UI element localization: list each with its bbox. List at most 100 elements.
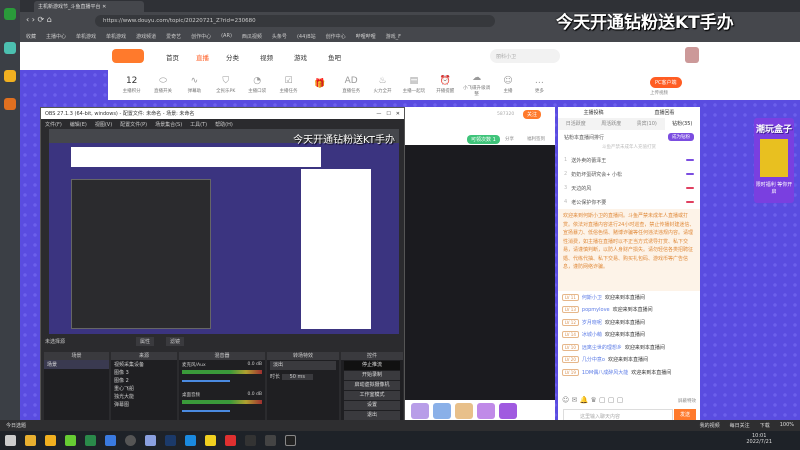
upload-link[interactable]: 上传视频 (650, 90, 668, 96)
steam-icon[interactable] (165, 435, 176, 446)
bookmark[interactable]: 创作中心 (326, 33, 346, 40)
toolbar-item[interactable]: 🎁 (304, 79, 335, 91)
toolbar-item[interactable]: ⬭ 直播开关 (147, 76, 178, 94)
rank-item[interactable]: 1 送外卖的蕾泽王 (558, 153, 700, 167)
source-item[interactable]: 独光大能 (111, 392, 177, 400)
obs-menu-item[interactable]: 工具(T) (190, 121, 207, 128)
toolbar-item[interactable]: ♨ 火力全开 (367, 76, 398, 94)
zoom-level[interactable]: 100% (780, 422, 794, 429)
app-icon[interactable] (205, 435, 216, 446)
pc-client-button[interactable]: PC客户端 (650, 77, 682, 88)
url-input[interactable]: https://www.douyu.com/topic/20220721_Z?r… (95, 15, 495, 27)
bookmark[interactable]: 西瓜视频 (242, 33, 262, 40)
toolbar-item[interactable]: ☺ 主播 (492, 76, 523, 94)
control-button[interactable]: 退出 (344, 411, 400, 420)
gift-claim-button[interactable]: 可领次数 1 (467, 135, 500, 144)
app-icon[interactable] (265, 435, 276, 446)
rank-item[interactable]: 4 老公保护你不要 (558, 195, 700, 209)
avatar[interactable] (685, 47, 699, 63)
nav-category[interactable]: 分类 (226, 52, 239, 62)
block-effects-checkbox[interactable]: 屏蔽特效 (678, 398, 696, 404)
gift-item[interactable] (411, 403, 429, 419)
nav-home[interactable]: 首页 (166, 52, 179, 62)
explorer-icon[interactable] (25, 435, 36, 446)
obs-menu-item[interactable]: 视图(V) (95, 121, 112, 128)
status-item[interactable]: 每日关注 (730, 422, 750, 429)
bookmark[interactable]: 创作中心 (191, 33, 211, 40)
toolbar-item[interactable]: ☑ 主播任务 (273, 76, 304, 94)
control-button[interactable]: 设置 (344, 401, 400, 410)
checkin-button[interactable]: 福利签到 (527, 136, 545, 142)
username[interactable]: 远离尘世的理想乡 (582, 344, 622, 351)
app-icon[interactable] (285, 435, 296, 446)
obs-menu-item[interactable]: 文件(F) (45, 121, 62, 128)
username[interactable]: 1DM偶八成醉风大能 (582, 369, 628, 376)
bookmark[interactable]: 单机游戏 (76, 33, 96, 40)
start-icon[interactable] (5, 435, 16, 446)
nav-yuba[interactable]: 鱼吧 (328, 52, 341, 62)
ie-icon[interactable] (4, 8, 16, 20)
bookmark[interactable]: (AR) (221, 33, 232, 39)
anchor-posts-link[interactable]: 主播投稿 (583, 109, 603, 116)
rank-item[interactable]: 3 天边的风 (558, 181, 700, 195)
obs-icon[interactable] (125, 435, 136, 446)
toolbar-item[interactable]: … 更多 (524, 76, 555, 94)
source-item[interactable]: 图像 2 (111, 376, 177, 384)
follow-button[interactable]: 关注 (523, 110, 542, 119)
source-item[interactable]: 图像 3 (111, 368, 177, 376)
obs-menu-item[interactable]: 帮助(H) (215, 121, 233, 128)
gift-item[interactable] (499, 403, 517, 419)
window-controls[interactable]: — ☐ ✕ (376, 110, 400, 117)
status-item[interactable]: 下载 (760, 422, 770, 429)
gift-item[interactable] (433, 403, 451, 419)
app-icon[interactable] (4, 98, 16, 110)
replay-link[interactable]: 直播回看 (654, 109, 674, 116)
toolbar-item[interactable]: ☁ 小飞碟升级调整 (461, 73, 492, 97)
browser-tab[interactable]: 主机新游戏节_斗鱼直播平台 ✕ (34, 1, 144, 12)
obs-menu-item[interactable]: 编辑(E) (70, 121, 87, 128)
source-item[interactable]: 弹幕图 (111, 400, 177, 408)
obs-menu-item[interactable]: 场景集合(S) (155, 121, 182, 128)
obs-menu-item[interactable]: 配置文件(P) (120, 121, 147, 128)
bookmark[interactable]: 主播中心 (46, 33, 66, 40)
douyu-logo[interactable] (112, 49, 144, 63)
source-item[interactable]: 重心飞船 (111, 384, 177, 392)
duration-input[interactable]: 50 ms (281, 374, 314, 380)
chat-tab[interactable]: 周活跃度 (594, 118, 630, 130)
gift-item[interactable] (455, 403, 473, 419)
bookmark[interactable]: 头条号 (272, 33, 287, 40)
gift-item[interactable] (477, 403, 495, 419)
nav-games[interactable]: 游戏 (294, 52, 307, 62)
app-icon[interactable] (185, 435, 196, 446)
username[interactable]: 冰城小萌 (582, 331, 602, 338)
chat-tab[interactable]: 贵宾(10) (629, 118, 665, 130)
app-icon[interactable] (245, 435, 256, 446)
nav-buttons[interactable]: ‹ › ⟳ ⌂ (26, 15, 52, 24)
bookmark[interactable]: 哔哩哔哩 (356, 33, 376, 40)
toolbar-item[interactable]: 12 主播积分 (116, 76, 147, 94)
app-icon[interactable] (65, 435, 76, 446)
clock[interactable]: 10:01 2022/7/21 (746, 433, 772, 445)
app-icon[interactable] (105, 435, 116, 446)
share-button[interactable]: 分享 (505, 136, 514, 142)
app-icon[interactable] (4, 70, 16, 82)
volume-slider[interactable] (182, 410, 230, 412)
toolbar-item[interactable]: ∿ 弹幕助 (179, 76, 210, 94)
bookmark[interactable]: 收藏 (26, 33, 36, 40)
username[interactable]: 几分中意o (582, 356, 605, 363)
app-icon[interactable] (4, 42, 16, 54)
username[interactable]: 何斯小卫 (582, 294, 602, 301)
transition-select[interactable]: 淡出 (270, 361, 336, 370)
app-icon[interactable] (145, 435, 156, 446)
control-button[interactable]: 停止推流 (344, 361, 400, 370)
chat-tools[interactable]: ☺ ✉ 🔔 ♛ ▢ ▢ ▢ (562, 396, 623, 404)
volume-slider[interactable] (182, 380, 230, 382)
bookmark[interactable]: 单机游戏 (106, 33, 126, 40)
become-fan-button[interactable]: 成为钻粉 (668, 133, 694, 141)
control-button[interactable]: 开始录制 (344, 371, 400, 380)
status-item[interactable]: 今日选题 (6, 422, 26, 429)
nav-live[interactable]: 直播 (196, 52, 209, 62)
properties-button[interactable]: 属性 (136, 337, 155, 346)
username[interactable]: popmylove (582, 307, 610, 313)
chat-tab[interactable]: 钻粉(35) (664, 118, 700, 130)
